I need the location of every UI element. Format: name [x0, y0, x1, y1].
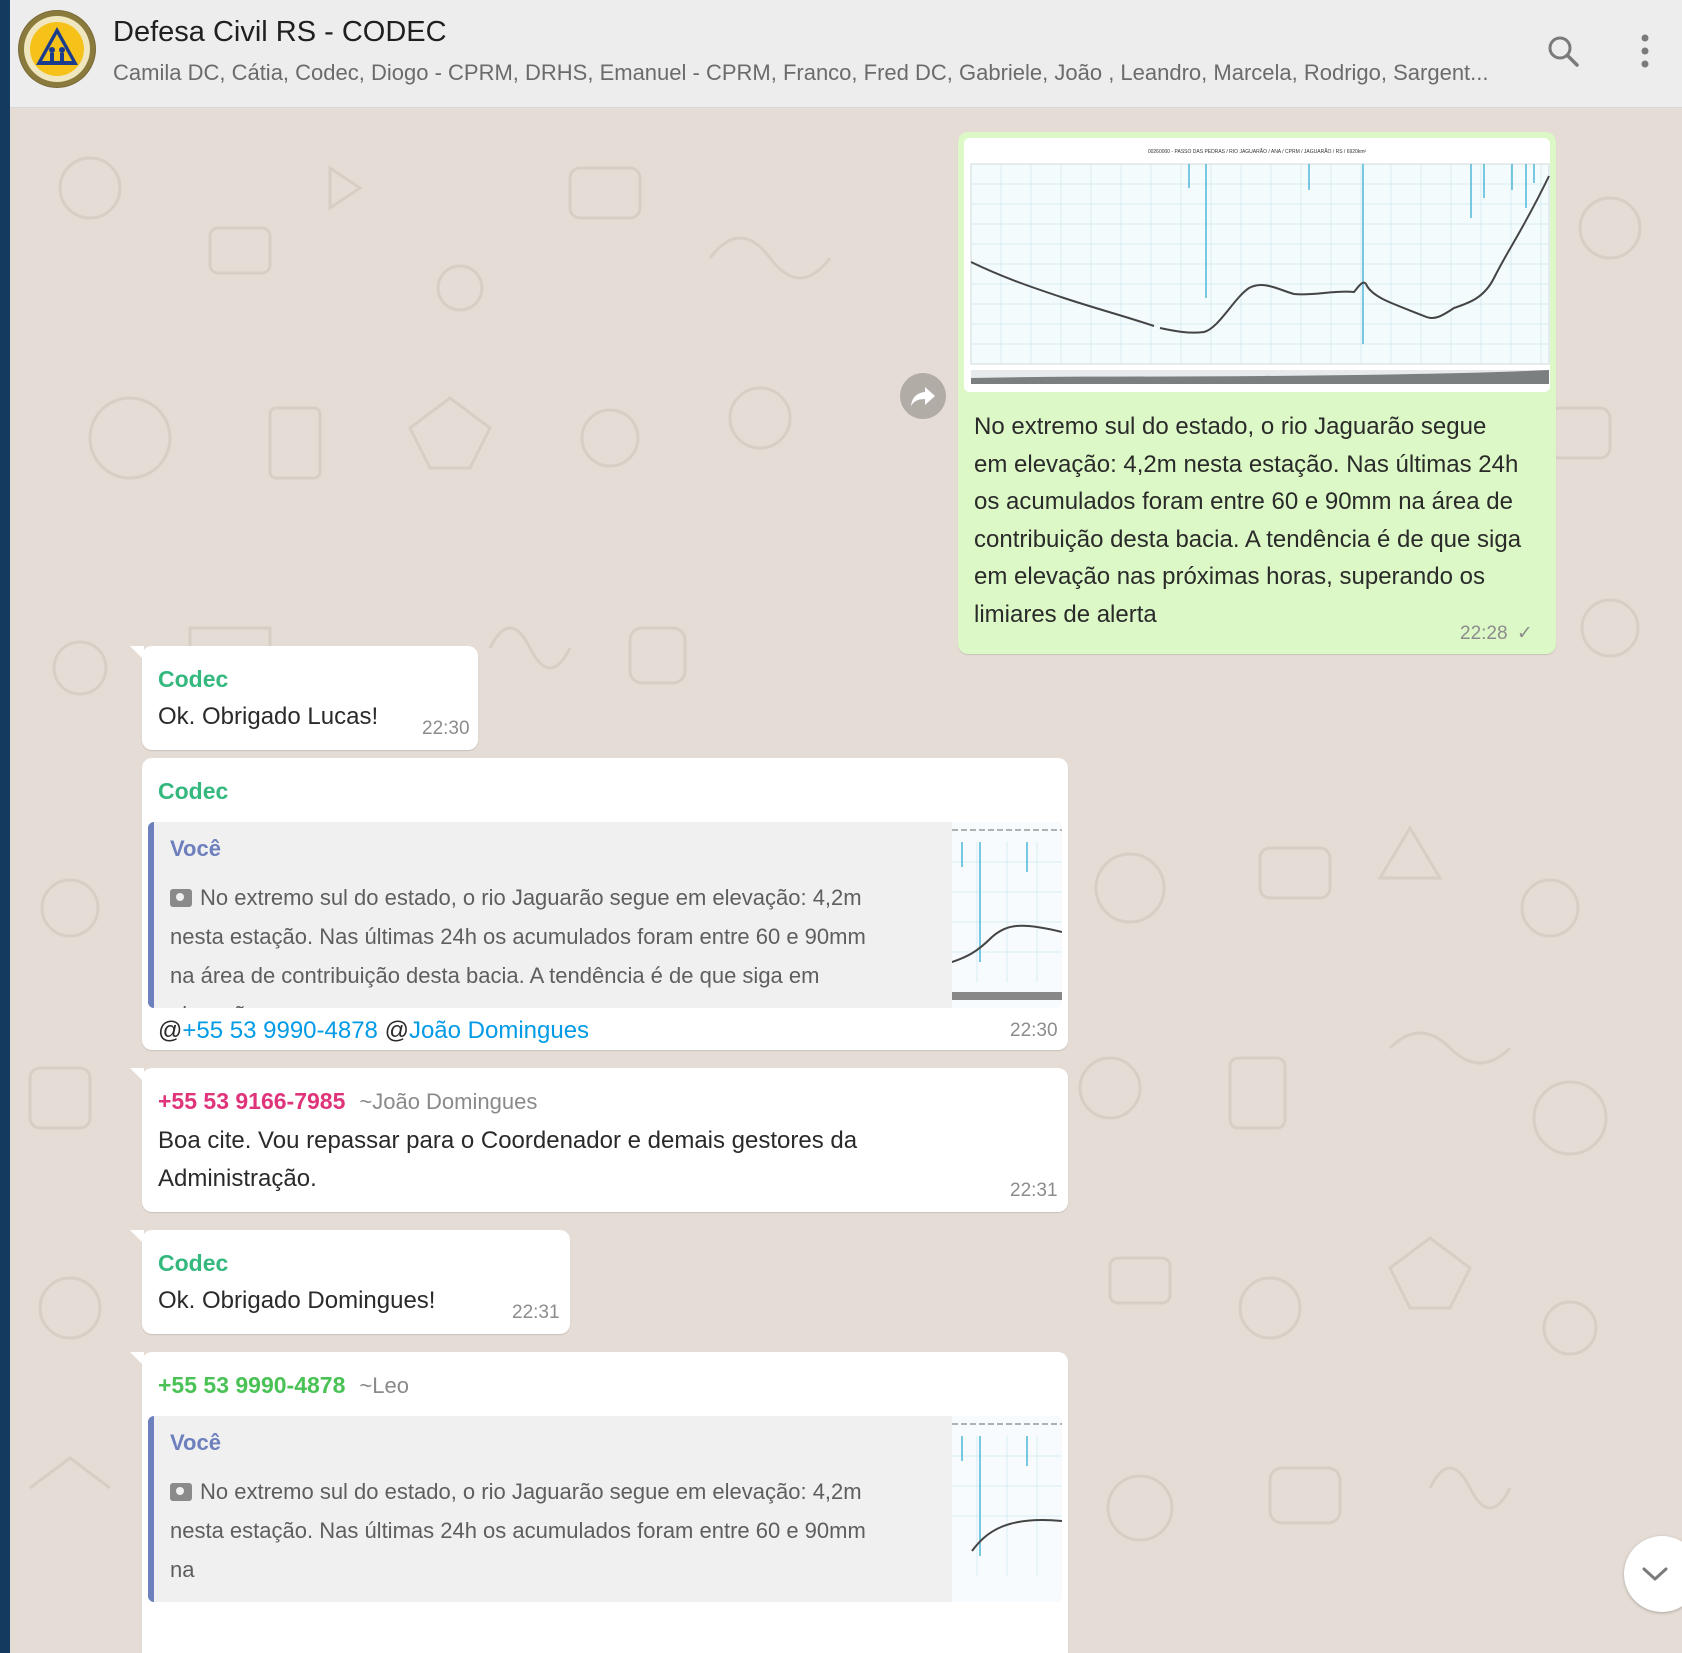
- sender-phone[interactable]: +55 53 9166-7985: [158, 1088, 345, 1114]
- time-label: 22:28: [1460, 623, 1508, 644]
- bubble-tail: [130, 1230, 144, 1244]
- incoming-message[interactable]: Codec Você No extremo sul do estado, o r…: [142, 758, 1068, 1050]
- river-level-chart-image: 00260000 - PASSO DAS PEDRAS / RIO JAGUAR…: [964, 138, 1550, 392]
- quote-image-thumbnail: [951, 822, 1062, 1008]
- quoted-message[interactable]: Você No extremo sul do estado, o rio Jag…: [148, 1416, 1062, 1602]
- incoming-message[interactable]: +55 53 9166-7985 ~João Domingues Boa cite…: [130, 1068, 1068, 1212]
- quote-body: No extremo sul do estado, o rio Jaguarão…: [170, 885, 866, 1008]
- chat-window: Defesa Civil RS - CODEC Camila DC, Cátia…: [10, 0, 1682, 1653]
- message-text: Boa cite. Vou repassar para o Coordenado…: [158, 1127, 858, 1192]
- forward-icon: [911, 387, 935, 406]
- message-time: 22:30: [1010, 1020, 1058, 1041]
- sender-name[interactable]: Codec: [158, 1250, 228, 1277]
- chart-image-attachment[interactable]: 00260000 - PASSO DAS PEDRAS / RIO JAGUAR…: [964, 138, 1550, 392]
- menu-icon: [1641, 34, 1649, 68]
- sender-alias: ~João Domingues: [359, 1089, 538, 1114]
- search-icon: [1548, 36, 1579, 67]
- sender-name[interactable]: Codec: [158, 778, 228, 805]
- message-time: 22:31: [1010, 1180, 1058, 1201]
- quote-image-thumbnail: [952, 1416, 1062, 1602]
- incoming-message[interactable]: +55 53 9990-4878 ~Leo Você No extremo sul…: [130, 1352, 1068, 1653]
- message-time: 22:28 ✓: [1460, 622, 1533, 645]
- mention-prefix: @: [384, 1017, 409, 1044]
- window-left-border: [0, 0, 10, 1653]
- message-list[interactable]: 00260000 - PASSO DAS PEDRAS / RIO JAGUAR…: [10, 108, 1682, 1653]
- quote-body: No extremo sul do estado, o rio Jaguarão…: [170, 1479, 866, 1582]
- incoming-message[interactable]: Codec Ok. Obrigado Lucas! 22:30: [130, 646, 478, 750]
- menu-button[interactable]: [1622, 28, 1668, 74]
- sender-name[interactable]: +55 53 9990-4878 ~Leo: [158, 1372, 409, 1399]
- search-button[interactable]: [1540, 28, 1586, 74]
- chat-header[interactable]: Defesa Civil RS - CODEC Camila DC, Cátia…: [10, 0, 1682, 108]
- quote-accent-bar: [148, 822, 154, 1008]
- sender-name[interactable]: Codec: [158, 666, 228, 693]
- sender-name[interactable]: +55 53 9166-7985 ~João Domingues: [158, 1088, 537, 1115]
- quote-author: Você: [170, 1430, 221, 1455]
- camera-icon: [170, 889, 192, 907]
- bubble-tail: [130, 1068, 144, 1082]
- camera-icon: [170, 1483, 192, 1501]
- mention-link[interactable]: +55 53 9990-4878: [182, 1017, 378, 1044]
- message-text: Ok. Obrigado Domingues!: [158, 1287, 436, 1314]
- mention-prefix: @: [158, 1017, 183, 1044]
- outgoing-message[interactable]: 00260000 - PASSO DAS PEDRAS / RIO JAGUAR…: [958, 132, 1556, 654]
- chevron-down-icon: [1642, 1567, 1668, 1581]
- quoted-message[interactable]: Você No extremo sul do estado, o rio Jag…: [148, 822, 1062, 1008]
- message-time: 22:30: [422, 718, 470, 739]
- defesa-civil-logo-icon: [19, 11, 95, 87]
- bubble-tail: [130, 1352, 144, 1366]
- quote-text: No extremo sul do estado, o rio Jaguarão…: [170, 1472, 890, 1589]
- chart-thumbnail-image: [951, 822, 1062, 1008]
- quote-text: No extremo sul do estado, o rio Jaguarão…: [170, 878, 890, 1008]
- message-text: @+55 53 9990-4878 @João Domingues: [158, 1012, 589, 1050]
- chat-title[interactable]: Defesa Civil RS - CODEC: [113, 16, 447, 49]
- group-avatar[interactable]: [18, 10, 96, 88]
- message-text: Ok. Obrigado Lucas!: [158, 703, 379, 730]
- forward-button[interactable]: [900, 373, 946, 419]
- sender-alias: ~Leo: [359, 1373, 409, 1398]
- participants-list[interactable]: Camila DC, Cátia, Codec, Diogo - CPRM, D…: [113, 60, 1493, 86]
- quote-accent-bar: [148, 1416, 154, 1602]
- chart-thumbnail-image: [952, 1416, 1062, 1602]
- chart-image-title: 00260000 - PASSO DAS PEDRAS / RIO JAGUAR…: [1148, 148, 1367, 155]
- message-text: No extremo sul do estado, o rio Jaguarão…: [974, 413, 1522, 628]
- sent-check-icon: ✓: [1516, 623, 1533, 644]
- incoming-message[interactable]: Codec Ok. Obrigado Domingues! 22:31: [130, 1230, 570, 1334]
- mention-link[interactable]: João Domingues: [409, 1017, 589, 1044]
- quote-author: Você: [170, 836, 221, 861]
- message-time: 22:31: [512, 1302, 560, 1323]
- bubble-tail: [130, 646, 144, 660]
- sender-phone[interactable]: +55 53 9990-4878: [158, 1372, 345, 1398]
